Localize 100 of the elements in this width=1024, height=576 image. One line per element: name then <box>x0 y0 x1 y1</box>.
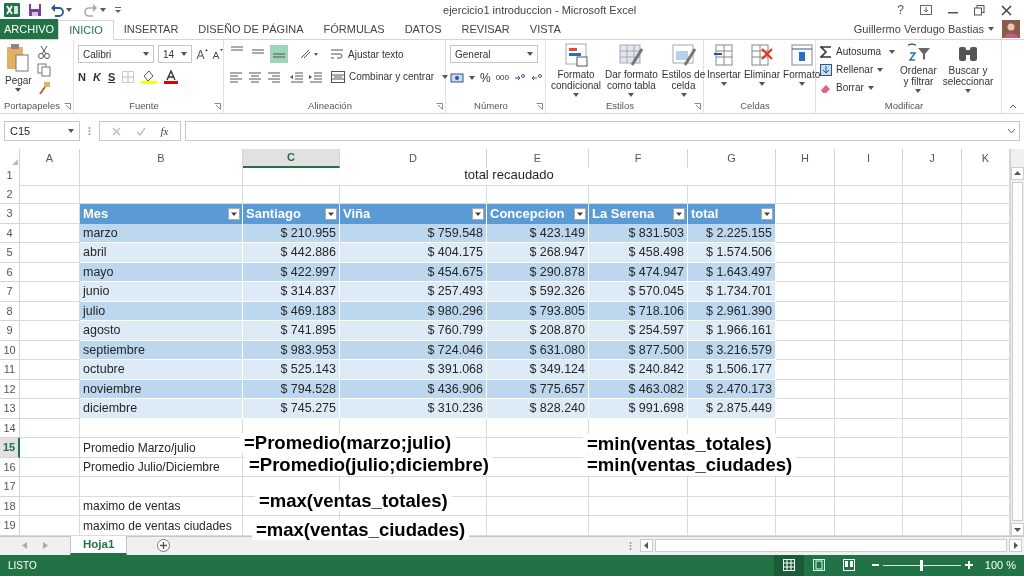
table-cell: $ 592.326 <box>487 282 589 302</box>
column-header[interactable]: D <box>340 149 487 168</box>
row-header[interactable]: 15 <box>0 438 20 458</box>
group-label: Fuente <box>129 98 159 113</box>
row-header[interactable]: 19 <box>0 516 20 536</box>
bold-button[interactable]: N <box>78 69 86 86</box>
table-cell: $ 442.886 <box>243 243 340 263</box>
table-cell: $ 1.643.497 <box>688 262 776 283</box>
table-cell: $ 794.528 <box>243 379 340 400</box>
table-cell: $ 404.175 <box>340 243 487 263</box>
group-label: Modificar <box>884 98 924 113</box>
row-header[interactable]: 6 <box>0 262 20 283</box>
ribbon-button[interactable]: Eliminar <box>742 43 782 99</box>
table-cell: $ 2.961.390 <box>688 301 776 322</box>
table-cell: $ 718.106 <box>589 301 688 322</box>
column-header[interactable]: E <box>487 149 589 168</box>
thousands-separator-button[interactable]: 000 <box>495 72 510 84</box>
column-header[interactable]: K <box>962 149 1010 168</box>
column-header[interactable]: C <box>243 149 340 168</box>
ribbon-button[interactable]: Buscar y seleccionar <box>941 43 995 99</box>
table-cell: $ 631.080 <box>487 340 589 361</box>
group-label: Estilos <box>606 98 634 113</box>
font-name-field[interactable]: Calibri <box>78 45 154 63</box>
row-header[interactable]: 14 <box>0 418 20 438</box>
status-text: LISTO <box>8 558 37 573</box>
row-header[interactable]: 13 <box>0 399 20 419</box>
table-cell: marzo <box>80 223 243 244</box>
column-header[interactable]: G <box>688 149 776 168</box>
table-cell: $ 1.506.177 <box>688 360 776 380</box>
row-header[interactable]: 16 <box>0 457 20 477</box>
ribbon-button[interactable]: Estilos de celda <box>660 43 707 99</box>
ribbon-tab[interactable]: INICIO <box>58 20 114 40</box>
table-cell: $ 1.734.701 <box>688 282 776 302</box>
table-cell: junio <box>80 282 243 302</box>
row-header[interactable]: 12 <box>0 379 20 400</box>
row-header[interactable]: 7 <box>0 282 20 302</box>
formula-tooltip: =Promedio(julio;diciembre) <box>245 455 494 475</box>
column-header[interactable]: H <box>776 149 835 168</box>
font-size-field[interactable]: 14 <box>158 45 192 63</box>
table-cell: mayo <box>80 262 243 283</box>
ribbon-button[interactable]: Formato condicional <box>550 43 603 99</box>
column-header[interactable]: B <box>80 149 243 168</box>
merge-and-center-button[interactable]: Combinar y centrar <box>331 69 449 84</box>
zoom-level[interactable]: 100 % <box>984 557 1016 574</box>
underline-button[interactable]: S <box>107 69 116 86</box>
table-header-cell: Mes <box>80 204 243 224</box>
table-cell: $ 2.470.173 <box>688 379 776 400</box>
ribbon-tab[interactable]: DISEÑO DE PÁGINA <box>188 19 314 39</box>
row-header[interactable]: 10 <box>0 340 20 361</box>
paste-button[interactable]: Pegar <box>4 43 33 99</box>
table-cell: $ 2.875.449 <box>688 399 776 419</box>
ribbon-tab[interactable]: FÓRMULAS <box>313 19 395 39</box>
ribbon-button[interactable]: Formato <box>782 43 822 99</box>
table-cell: $ 474.947 <box>589 262 688 283</box>
table-header-cell: total <box>688 204 776 224</box>
ribbon-button[interactable]: Insertar <box>706 43 742 99</box>
table-header-cell: Santiago <box>243 204 340 224</box>
row-header[interactable]: 3 <box>0 204 20 224</box>
ribbon-tab[interactable]: DATOS <box>394 19 452 39</box>
row-header[interactable]: 5 <box>0 243 20 263</box>
column-header[interactable]: I <box>835 149 903 168</box>
insert-function-button[interactable]: fx <box>160 122 169 140</box>
ribbon-tab[interactable]: INSERTAR <box>113 19 189 39</box>
table-cell: $ 991.698 <box>589 399 688 419</box>
row-header[interactable]: 9 <box>0 321 20 341</box>
row-header[interactable]: 17 <box>0 477 20 497</box>
file-tab[interactable]: ARCHIVO <box>0 19 59 39</box>
clear-button[interactable]: Borrar <box>820 80 896 95</box>
table-cell: $ 793.805 <box>487 301 589 322</box>
table-cell: $ 745.275 <box>243 399 340 419</box>
column-header[interactable]: F <box>589 149 688 168</box>
number-format-field[interactable]: General <box>450 45 538 63</box>
italic-button[interactable]: K <box>92 69 101 86</box>
table-cell: $ 831.503 <box>589 223 688 244</box>
wrap-text-button[interactable]: Ajustar texto <box>330 46 404 62</box>
fill-button[interactable]: Rellenar <box>820 62 896 77</box>
ribbon-tab[interactable]: VISTA <box>519 19 571 39</box>
row-header[interactable]: 11 <box>0 360 20 380</box>
name-box[interactable]: C15 <box>4 121 80 141</box>
ribbon-button[interactable]: Ordenar y filtrar <box>899 43 938 99</box>
table-cell: $ 1.574.506 <box>688 243 776 263</box>
ribbon-tab[interactable]: REVISAR <box>451 19 520 39</box>
table-cell: $ 391.068 <box>340 360 487 380</box>
ribbon-button[interactable]: Dar formato como tabla <box>604 43 659 99</box>
row-header[interactable]: 8 <box>0 301 20 322</box>
table-cell: $ 525.143 <box>243 360 340 380</box>
table-cell: $ 210.955 <box>243 223 340 244</box>
row-header[interactable]: 4 <box>0 223 20 244</box>
percent-style-button[interactable]: % <box>480 69 491 87</box>
column-header[interactable]: A <box>20 149 80 168</box>
autosum-button[interactable]: Autosuma <box>820 44 896 59</box>
table-cell: $ 877.500 <box>589 340 688 361</box>
user-name[interactable]: Guillermo Verdugo Bastias <box>853 20 984 38</box>
row-header[interactable]: 18 <box>0 496 20 516</box>
column-header[interactable]: J <box>903 149 962 168</box>
row-header[interactable]: 2 <box>0 184 20 204</box>
table-cell: maximo de ventas <box>80 496 243 516</box>
table-cell: diciembre <box>80 399 243 419</box>
table-cell: $ 422.997 <box>243 262 340 283</box>
help-button[interactable]: ? <box>897 4 904 16</box>
